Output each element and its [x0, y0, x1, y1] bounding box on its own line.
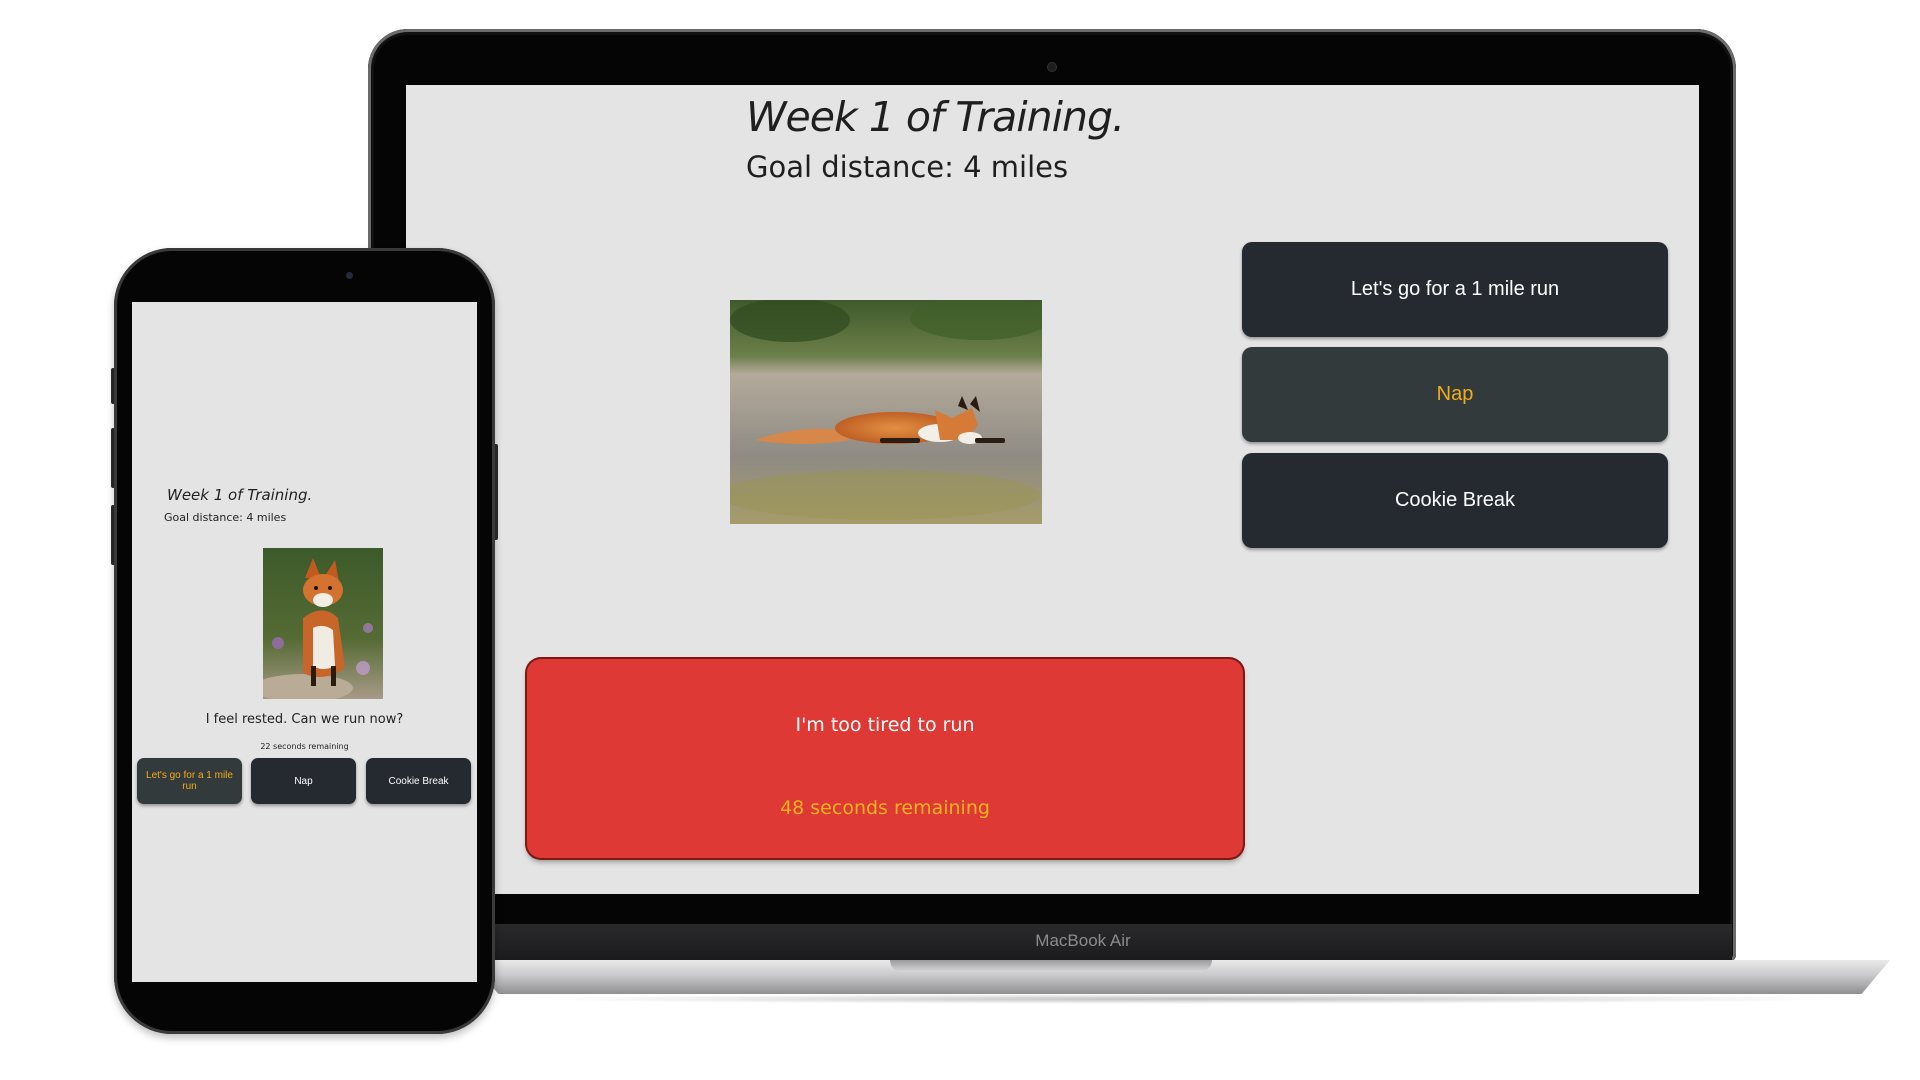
- status-message: I'm too tired to run: [795, 714, 975, 736]
- status-card: I'm too tired to run 48 seconds remainin…: [527, 659, 1243, 858]
- phone-page-title: Week 1 of Training.: [167, 486, 313, 504]
- cookie-break-button[interactable]: Cookie Break: [1242, 453, 1668, 548]
- phone-countdown-timer: 22 seconds remaining: [260, 742, 349, 751]
- laptop-camera-icon: [1047, 62, 1057, 72]
- page-title: Week 1 of Training.: [746, 93, 1125, 141]
- phone-status-message: I feel rested. Can we run now?: [205, 712, 404, 727]
- goal-distance: Goal distance: 4 miles: [746, 150, 1069, 184]
- phone-cookie-break-button[interactable]: Cookie Break: [366, 758, 471, 804]
- sitting-fox-photo: [263, 548, 383, 699]
- laptop-brand-label: MacBook Air: [1035, 931, 1131, 950]
- phone-run-button[interactable]: Let's go for a 1 mile run: [137, 758, 242, 804]
- sleeping-fox-photo: [730, 300, 1042, 524]
- laptop-hinge-notch: [890, 960, 1212, 972]
- run-button[interactable]: Let's go for a 1 mile run: [1242, 242, 1668, 337]
- phone-goal-distance: Goal distance: 4 miles: [164, 511, 287, 524]
- countdown-timer: 48 seconds remaining: [780, 797, 990, 819]
- laptop-screen: Week 1 of Training. Goal distance: 4 mil…: [406, 85, 1699, 894]
- phone-nap-button[interactable]: Nap: [251, 758, 356, 804]
- phone-screen: Week 1 of Training. Goal distance: 4 mil…: [132, 302, 477, 982]
- laptop-shadow: [520, 994, 1850, 1004]
- nap-button[interactable]: Nap: [1242, 347, 1668, 442]
- phone-camera-icon: [346, 272, 353, 279]
